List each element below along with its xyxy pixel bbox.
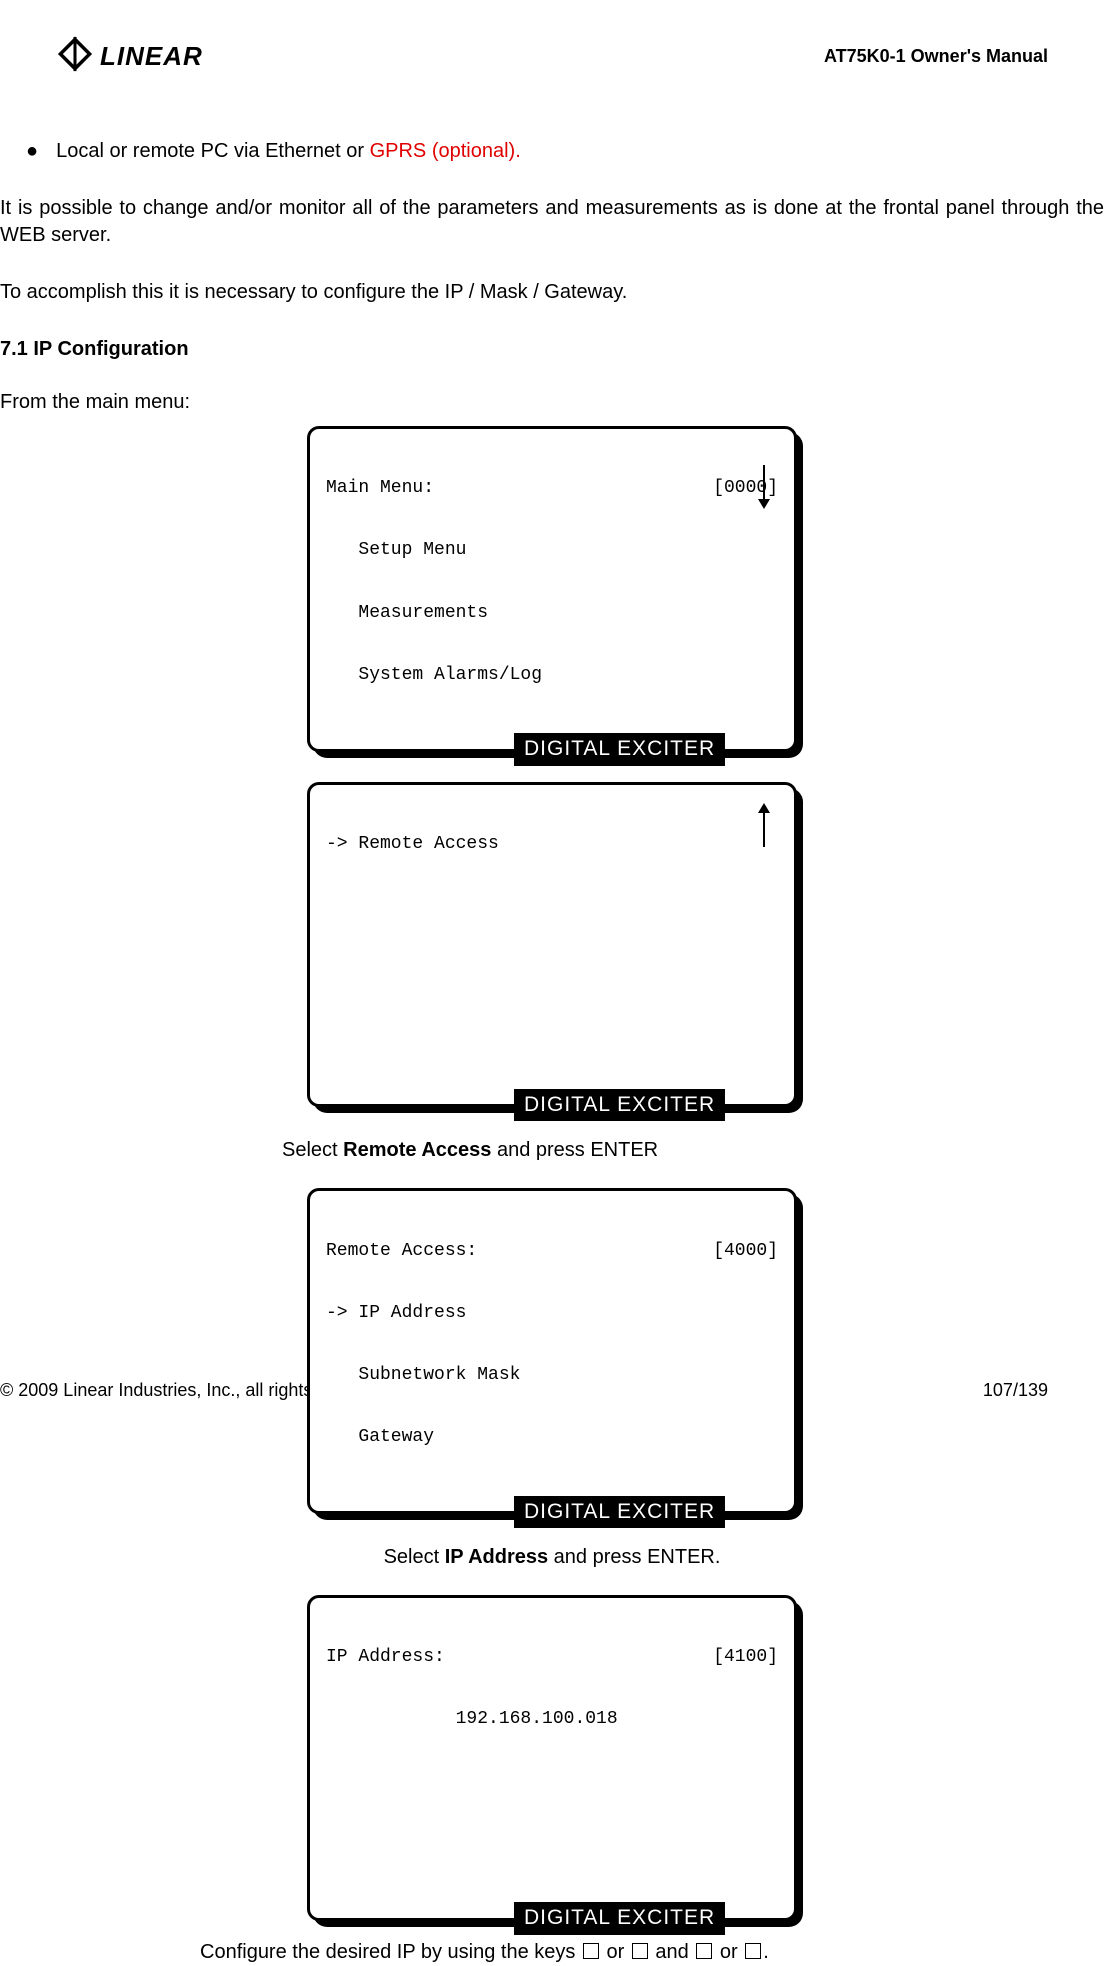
lcd-title: Main Menu: xyxy=(326,478,434,499)
logo-icon xyxy=(56,35,94,78)
key-icon xyxy=(696,1943,712,1959)
brand-name: LINEAR xyxy=(100,41,203,72)
caption-text: . xyxy=(763,1941,769,1963)
caption-text: or xyxy=(714,1941,743,1963)
caption-text: and press ENTER xyxy=(491,1139,658,1161)
section-heading: 7.1 IP Configuration xyxy=(0,336,1104,363)
caption-select-remote: Select Remote Access and press ENTER xyxy=(282,1137,1104,1164)
panel-label: DIGITAL EXCITER xyxy=(514,1496,725,1528)
bullet-text: Local or remote PC via Ethernet or GPRS … xyxy=(56,138,521,165)
intro-paragraph: It is possible to change and/or monitor … xyxy=(0,195,1104,249)
lcd-title: IP Address: xyxy=(326,1647,445,1668)
lcd-title: Remote Access: xyxy=(326,1241,477,1262)
footer-page-number: 107/139 xyxy=(983,1380,1048,1401)
lcd-line: Gateway xyxy=(326,1427,778,1448)
lcd-value: 192.168.100.018 xyxy=(326,1709,778,1730)
brand-logo: LINEAR xyxy=(56,35,203,78)
lcd-line: -> IP Address xyxy=(326,1303,778,1324)
lcd-panel-ip-address: IP Address: [4100] 192.168.100.018 DIGIT… xyxy=(307,1595,797,1921)
caption-text: and press ENTER. xyxy=(548,1546,720,1568)
caption-configure-ip: Configure the desired IP by using the ke… xyxy=(200,1939,1104,1966)
panel-label: DIGITAL EXCITER xyxy=(514,733,725,765)
bullet-item: ● Local or remote PC via Ethernet or GPR… xyxy=(0,138,1104,165)
bullet-text-black: Local or remote PC via Ethernet or xyxy=(56,140,369,162)
caption-bold: Remote Access xyxy=(343,1139,491,1161)
caption-text: Select xyxy=(384,1546,445,1568)
key-icon xyxy=(583,1943,599,1959)
lcd-line: Measurements xyxy=(326,603,778,624)
caption-select-ip: Select IP Address and press ENTER. xyxy=(0,1544,1104,1571)
arrow-up-icon xyxy=(756,803,772,857)
key-icon xyxy=(632,1943,648,1959)
from-main-text: From the main menu: xyxy=(0,389,1104,416)
caption-text: Select xyxy=(282,1139,343,1161)
panel-label: DIGITAL EXCITER xyxy=(514,1902,725,1934)
page-content: ● Local or remote PC via Ethernet or GPR… xyxy=(0,92,1104,1966)
lcd-panel-remote-access: Remote Access: [4000] -> IP Address Subn… xyxy=(307,1188,797,1514)
lcd-line: System Alarms/Log xyxy=(326,665,778,686)
page: LINEAR AT75K0-1 Owner's Manual ● Local o… xyxy=(0,0,1104,1429)
key-icon xyxy=(745,1943,761,1959)
caption-bold: IP Address xyxy=(445,1546,548,1568)
caption-text: and xyxy=(650,1941,694,1963)
bullet-dot-icon: ● xyxy=(26,141,38,161)
arrow-down-icon xyxy=(756,463,772,517)
lcd-line: Setup Menu xyxy=(326,540,778,561)
lcd-code: [4100] xyxy=(713,1647,778,1668)
panel-label: DIGITAL EXCITER xyxy=(514,1089,725,1121)
accomplish-paragraph: To accomplish this it is necessary to co… xyxy=(0,279,1104,306)
caption-text: or xyxy=(601,1941,630,1963)
bullet-text-red: GPRS (optional). xyxy=(370,140,521,162)
lcd-panel-remote-select: -> Remote Access DIGITAL EXCITER xyxy=(307,782,797,1108)
lcd-panel-main-menu: Main Menu: [0000] Setup Menu Measurement… xyxy=(307,426,797,752)
lcd-code: [4000] xyxy=(713,1241,778,1262)
lcd-line: -> Remote Access xyxy=(326,834,778,855)
lcd-line: Subnetwork Mask xyxy=(326,1365,778,1386)
doc-title: AT75K0-1 Owner's Manual xyxy=(824,46,1048,67)
page-header: LINEAR AT75K0-1 Owner's Manual xyxy=(0,20,1104,92)
caption-text: Configure the desired IP by using the ke… xyxy=(200,1941,581,1963)
